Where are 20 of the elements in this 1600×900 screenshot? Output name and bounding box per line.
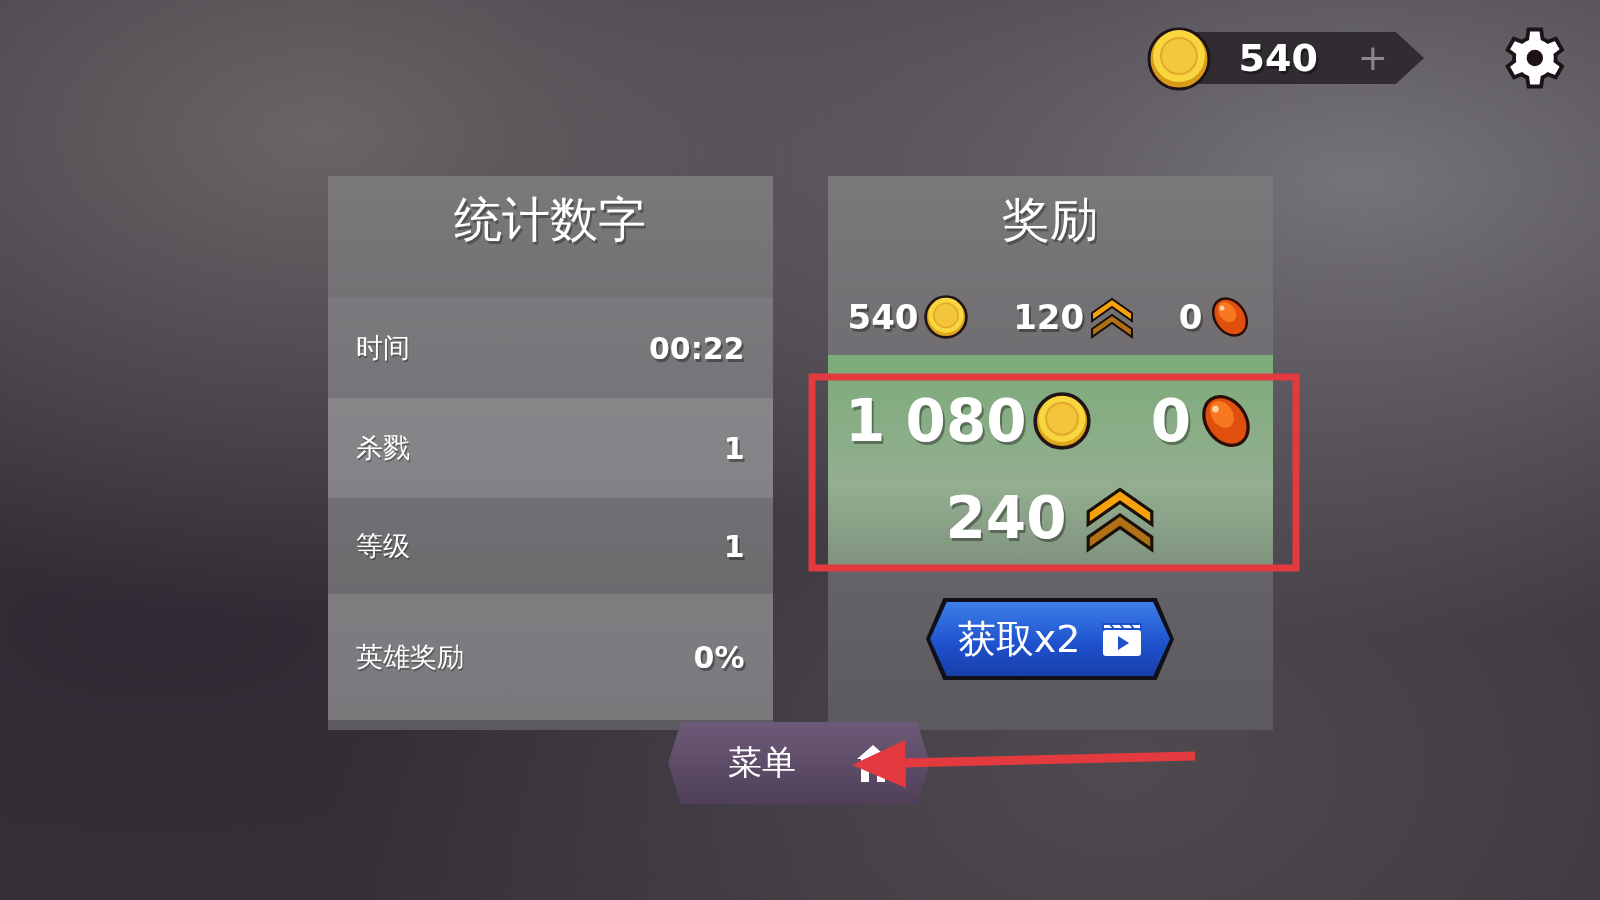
stat-value: 1: [723, 430, 745, 466]
menu-button[interactable]: 菜单: [668, 722, 930, 804]
stat-value: 1: [723, 528, 745, 564]
doubled-amount: 1 080: [845, 387, 1027, 455]
stat-value: 00:22: [649, 330, 745, 366]
panel-title: 统计数字: [454, 190, 646, 249]
panel-title: 奖励: [1002, 190, 1098, 249]
stat-value: 0%: [693, 639, 745, 675]
stat-label: 时间: [355, 331, 410, 365]
stat-label: 等级: [355, 529, 410, 563]
coin-balance: 540: [1238, 36, 1318, 80]
stat-label: 杀戮: [355, 431, 410, 465]
reward-amount: 120: [1013, 297, 1085, 337]
reward-amount: 0: [1178, 297, 1203, 337]
reward-amount: 540: [847, 297, 919, 337]
doubled-amount: 0: [1150, 387, 1191, 455]
add-coins-button[interactable]: +: [1357, 40, 1388, 76]
doubled-amount: 240: [945, 484, 1067, 552]
double-reward-button[interactable]: 获取x2: [926, 598, 1174, 680]
stat-label: 英雄奖励: [355, 640, 464, 674]
